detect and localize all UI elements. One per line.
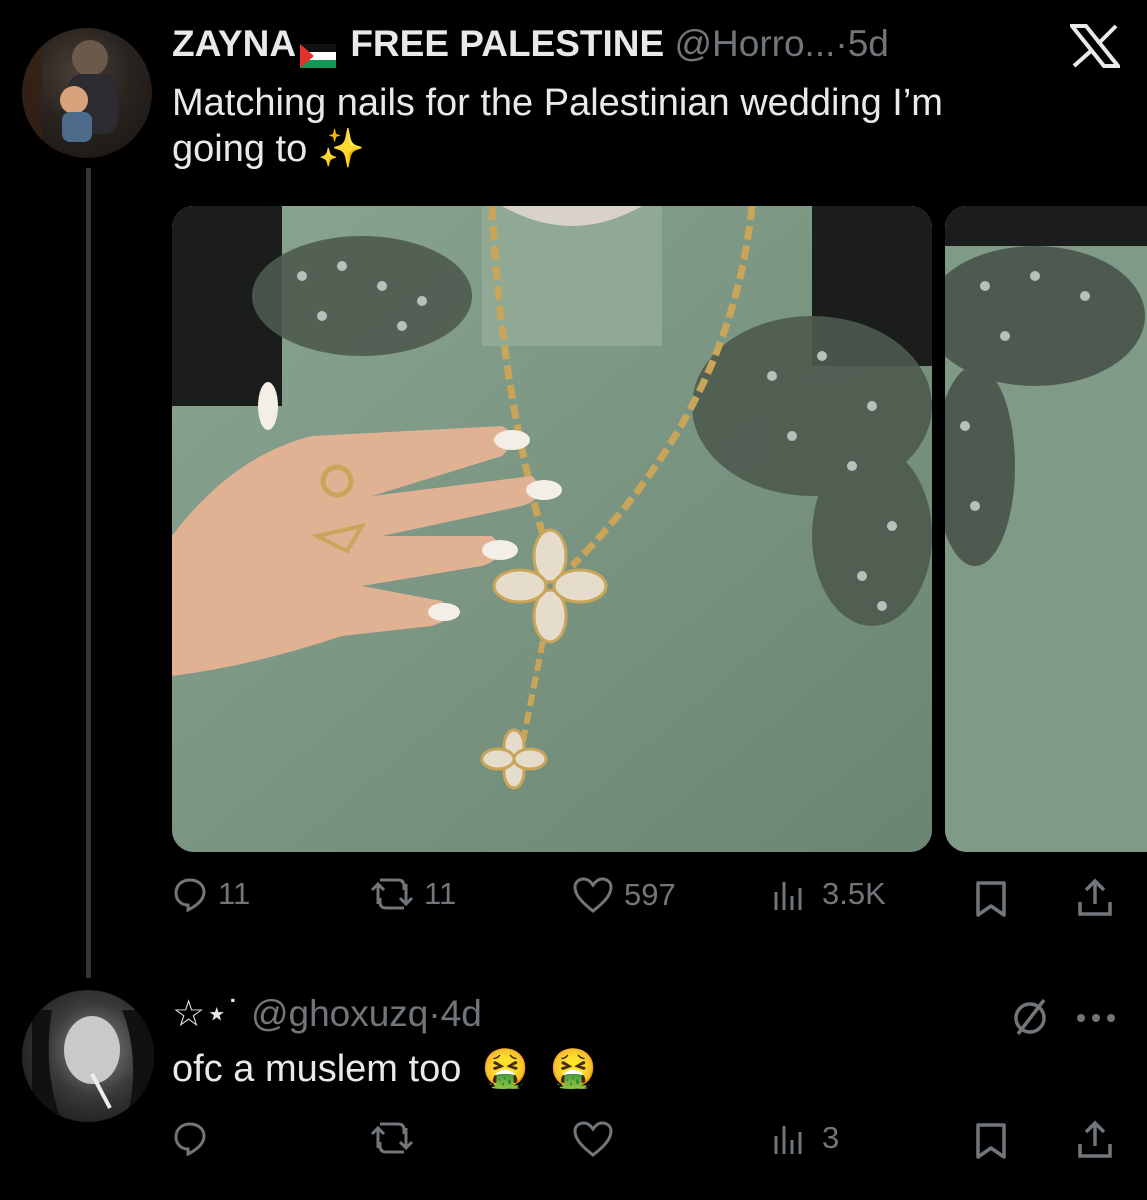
- like-button[interactable]: 597: [572, 876, 676, 914]
- reply-count: 11: [218, 876, 251, 911]
- reply-separator-dot: ·: [428, 993, 441, 1034]
- bookmark-button[interactable]: [974, 880, 1008, 923]
- author-name[interactable]: ZAYNA: [172, 23, 296, 64]
- retweet-button[interactable]: 11: [370, 876, 456, 912]
- reply-reply-button[interactable]: [172, 1120, 208, 1156]
- retweet-count: 11: [424, 876, 457, 911]
- bookmark-icon: [976, 881, 1006, 917]
- retweet-icon: [370, 878, 414, 910]
- tweet-time[interactable]: 5d: [848, 23, 889, 64]
- palestine-flag-icon: [300, 34, 337, 69]
- reply-header: ☆⋆˙ @ghoxuzq·4d: [172, 992, 482, 1036]
- author-name-suffix[interactable]: FREE PALESTINE: [350, 23, 664, 64]
- vomit-emoji: 🤮: [481, 1048, 530, 1090]
- views-icon: [774, 882, 802, 910]
- heart-icon: [573, 877, 613, 913]
- reply-bookmark-button[interactable]: [974, 1122, 1008, 1165]
- vomit-emoji: 🤮: [549, 1048, 598, 1090]
- tweet-text-line2: going to: [172, 128, 308, 170]
- slash-circle-icon[interactable]: [1010, 996, 1050, 1041]
- reply-text-content: ofc a muslem too: [172, 1048, 462, 1090]
- tweet-header: ZAYNA FREE PALESTINE @Horro...·5d: [172, 22, 889, 69]
- tweet-photo-1[interactable]: [172, 206, 932, 852]
- views-icon: [774, 1126, 802, 1154]
- author-avatar[interactable]: [22, 28, 152, 158]
- bookmark-icon: [976, 1123, 1006, 1159]
- like-count: 597: [624, 877, 676, 912]
- share-icon: [1078, 1120, 1112, 1158]
- more-icon[interactable]: [1076, 1010, 1116, 1028]
- reply-share-button[interactable]: [1076, 1120, 1114, 1165]
- reply-views-count: 3: [822, 1120, 840, 1155]
- reply-text: ofc a muslem too 🤮 🤮: [172, 1046, 597, 1092]
- x-logo-icon[interactable]: [1067, 24, 1123, 68]
- reply-retweet-button[interactable]: [370, 1120, 414, 1156]
- separator-dot: ·: [835, 23, 848, 64]
- share-button[interactable]: [1076, 878, 1114, 923]
- reply-icon: [174, 1122, 206, 1156]
- thread-line: [86, 168, 91, 978]
- tweet-text-line1: Matching nails for the Palestinian weddi…: [172, 82, 943, 124]
- views-button[interactable]: 3.5K: [772, 876, 886, 912]
- heart-icon: [573, 1121, 613, 1157]
- reply-icon: [174, 878, 206, 912]
- tweet-text: Matching nails for the Palestinian weddi…: [172, 80, 1112, 172]
- reply-author-name[interactable]: ☆⋆˙: [172, 993, 241, 1034]
- reply-avatar[interactable]: [22, 990, 154, 1122]
- sparkles-emoji: ✨: [317, 128, 366, 170]
- author-handle[interactable]: @Horro...: [674, 23, 835, 64]
- reply-like-button[interactable]: [572, 1120, 614, 1158]
- share-icon: [1078, 878, 1112, 916]
- views-count: 3.5K: [822, 876, 886, 911]
- reply-author-handle[interactable]: @ghoxuzq: [251, 993, 428, 1034]
- retweet-icon: [370, 1122, 414, 1154]
- tweet-photo-2[interactable]: [945, 206, 1147, 852]
- reply-views-button[interactable]: 3: [772, 1120, 839, 1156]
- reply-button[interactable]: 11: [172, 876, 250, 912]
- reply-time[interactable]: 4d: [441, 993, 482, 1034]
